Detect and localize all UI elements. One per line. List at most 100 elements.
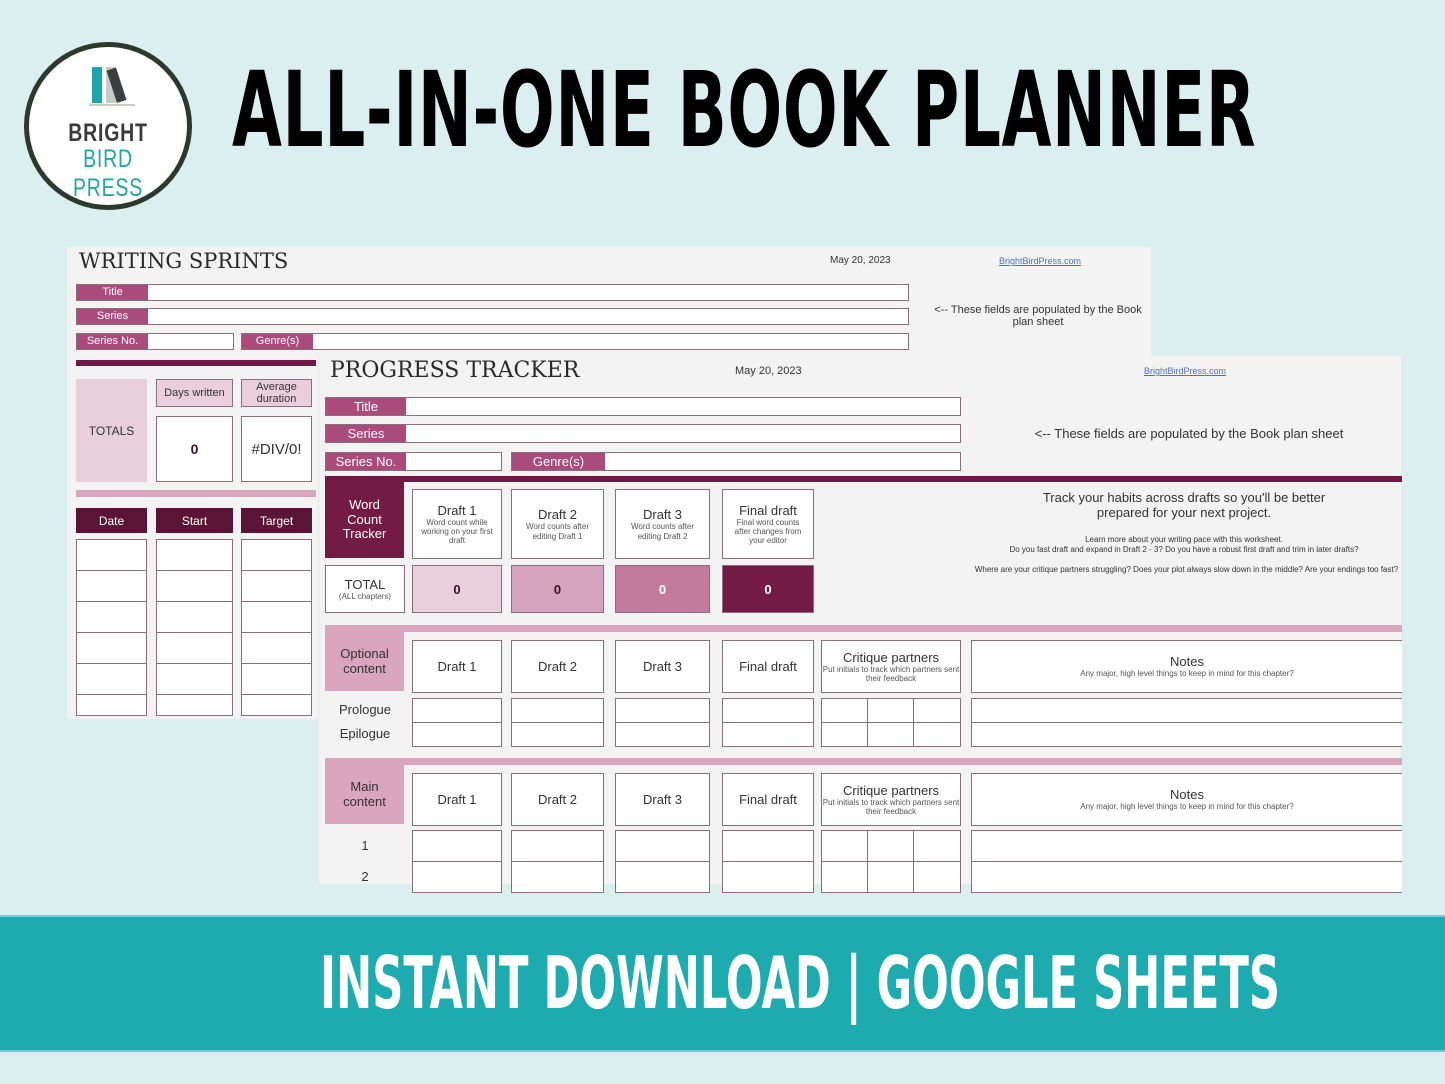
draft-cell[interactable]: [511, 722, 604, 747]
sprint-cell[interactable]: [156, 663, 233, 695]
draft-cell[interactable]: [722, 722, 814, 747]
critique-initials-cell[interactable]: [821, 861, 868, 893]
logo-line-2: BIRD PRESS: [72, 145, 144, 202]
sprint-cell[interactable]: [156, 601, 233, 633]
notes-subtitle: Any major, high level things to keep in …: [1080, 802, 1294, 812]
series-field[interactable]: Series: [325, 424, 961, 443]
section-divider: [76, 360, 316, 366]
sprint-cell[interactable]: [76, 570, 147, 602]
days-written-value: 0: [156, 416, 233, 482]
column-header-draft-2: Draft 2: [511, 773, 604, 826]
series-no-label: Series No.: [326, 453, 406, 470]
draft-cell[interactable]: [615, 830, 710, 862]
row-label: 1: [361, 837, 369, 853]
habits-paragraph-2: Do you fast draft and expand in Draft 2 …: [1009, 545, 1359, 554]
genres-field[interactable]: Genre(s): [241, 333, 909, 350]
draft-cell[interactable]: [615, 698, 710, 723]
genres-field[interactable]: Genre(s): [511, 452, 961, 471]
draft-cell[interactable]: [722, 830, 814, 862]
draft-cell[interactable]: [511, 861, 604, 893]
draft-cell[interactable]: [722, 698, 814, 723]
series-no-field[interactable]: Series No.: [325, 452, 502, 471]
populated-note: <-- These fields are populated by the Bo…: [1034, 426, 1344, 441]
sprint-cell[interactable]: [156, 632, 233, 664]
critique-initials-cell[interactable]: [867, 698, 914, 723]
main-content-label: Main content: [325, 765, 404, 824]
draft-cell[interactable]: [412, 830, 502, 862]
average-duration-label: Average duration: [241, 379, 312, 407]
draft-cell[interactable]: [511, 830, 604, 862]
website-link[interactable]: BrightBirdPress.com: [999, 256, 1081, 266]
row-label: Prologue: [338, 702, 392, 717]
logo-line-1: BRIGHT: [68, 119, 148, 147]
column-header-final-draft: Final draft: [722, 773, 814, 826]
draft-cell[interactable]: [412, 722, 502, 747]
notes-cell[interactable]: [971, 698, 1402, 723]
draft-cell[interactable]: [722, 861, 814, 893]
draft-description: Word count while working on your first d…: [421, 517, 493, 546]
critique-initials-cell[interactable]: [913, 830, 961, 862]
draft-header-3: Draft 3 Word counts after editing Draft 2: [615, 489, 710, 559]
critique-initials-cell[interactable]: [821, 698, 868, 723]
sprint-cell[interactable]: [76, 632, 147, 664]
bottom-banner: INSTANT DOWNLOAD | GOOGLE SHEETS: [0, 915, 1445, 1052]
critique-initials-cell[interactable]: [821, 722, 868, 747]
title-field[interactable]: Title: [325, 397, 961, 416]
notes-header: Notes Any major, high level things to kee…: [971, 773, 1402, 826]
notes-cell[interactable]: [971, 830, 1402, 862]
notes-title: Notes: [1170, 654, 1204, 670]
draft-cell[interactable]: [615, 722, 710, 747]
notes-title: Notes: [1170, 787, 1204, 803]
series-field[interactable]: Series: [76, 308, 909, 325]
critique-partners-header: Critique partners Put initials to track w…: [821, 773, 961, 826]
column-header-date: Date: [76, 508, 147, 533]
sprint-cell[interactable]: [241, 632, 312, 664]
sprint-cell[interactable]: [156, 539, 233, 571]
draft-name: Draft 2: [537, 507, 577, 523]
draft-description: Word counts after editing Draft 2: [631, 522, 694, 541]
habits-paragraph-3: Where are your critique partners struggl…: [974, 565, 1399, 574]
sprint-cell[interactable]: [241, 570, 312, 602]
sprint-cell[interactable]: [156, 570, 233, 602]
critique-initials-cell[interactable]: [867, 722, 914, 747]
critique-initials-cell[interactable]: [913, 722, 961, 747]
title-label: Title: [326, 398, 406, 415]
critique-initials-cell[interactable]: [913, 698, 961, 723]
sprint-cell[interactable]: [76, 663, 147, 695]
sprint-cell[interactable]: [241, 601, 312, 633]
notes-cell[interactable]: [971, 861, 1402, 893]
draft-cell[interactable]: [412, 861, 502, 893]
draft-total-2: 0: [511, 565, 604, 613]
critique-initials-cell[interactable]: [867, 830, 914, 862]
total-label: TOTAL (ALL chapters): [325, 565, 405, 613]
draft-header-1: Draft 1 Word count while working on your …: [412, 489, 502, 559]
habits-paragraph-1: Learn more about your writing pace with …: [1085, 535, 1283, 544]
sheet-date: May 20, 2023: [830, 255, 891, 266]
draft-cell[interactable]: [615, 861, 710, 893]
sprint-cell[interactable]: [241, 539, 312, 571]
row-label: Epilogue: [339, 726, 391, 741]
draft-description: Final word counts after changes from you…: [734, 517, 802, 546]
sprint-cell[interactable]: [76, 539, 147, 571]
website-link[interactable]: BrightBirdPress.com: [1144, 366, 1226, 376]
critique-partners-title: Critique partners: [842, 649, 940, 665]
row-label: 2: [361, 868, 369, 884]
title-field[interactable]: Title: [76, 284, 909, 301]
column-header-start: Start: [156, 508, 233, 533]
critique-initials-cell[interactable]: [867, 861, 914, 893]
notes-header: Notes Any major, high level things to kee…: [971, 640, 1402, 693]
sprint-cell[interactable]: [241, 663, 312, 695]
sprint-cell[interactable]: [76, 601, 147, 633]
draft-cell[interactable]: [511, 698, 604, 723]
critique-initials-cell[interactable]: [913, 861, 961, 893]
sprint-cell[interactable]: [241, 694, 312, 716]
sprint-cell[interactable]: [76, 694, 147, 716]
column-header-draft-1: Draft 1: [412, 773, 502, 826]
notes-cell[interactable]: [971, 722, 1402, 747]
draft-cell[interactable]: [412, 698, 502, 723]
series-no-field[interactable]: Series No.: [76, 333, 234, 350]
critique-initials-cell[interactable]: [821, 830, 868, 862]
section-divider: [76, 490, 316, 497]
sprint-cell[interactable]: [156, 694, 233, 716]
habits-heading: Track your habits across drafts so you'l…: [1042, 490, 1326, 520]
